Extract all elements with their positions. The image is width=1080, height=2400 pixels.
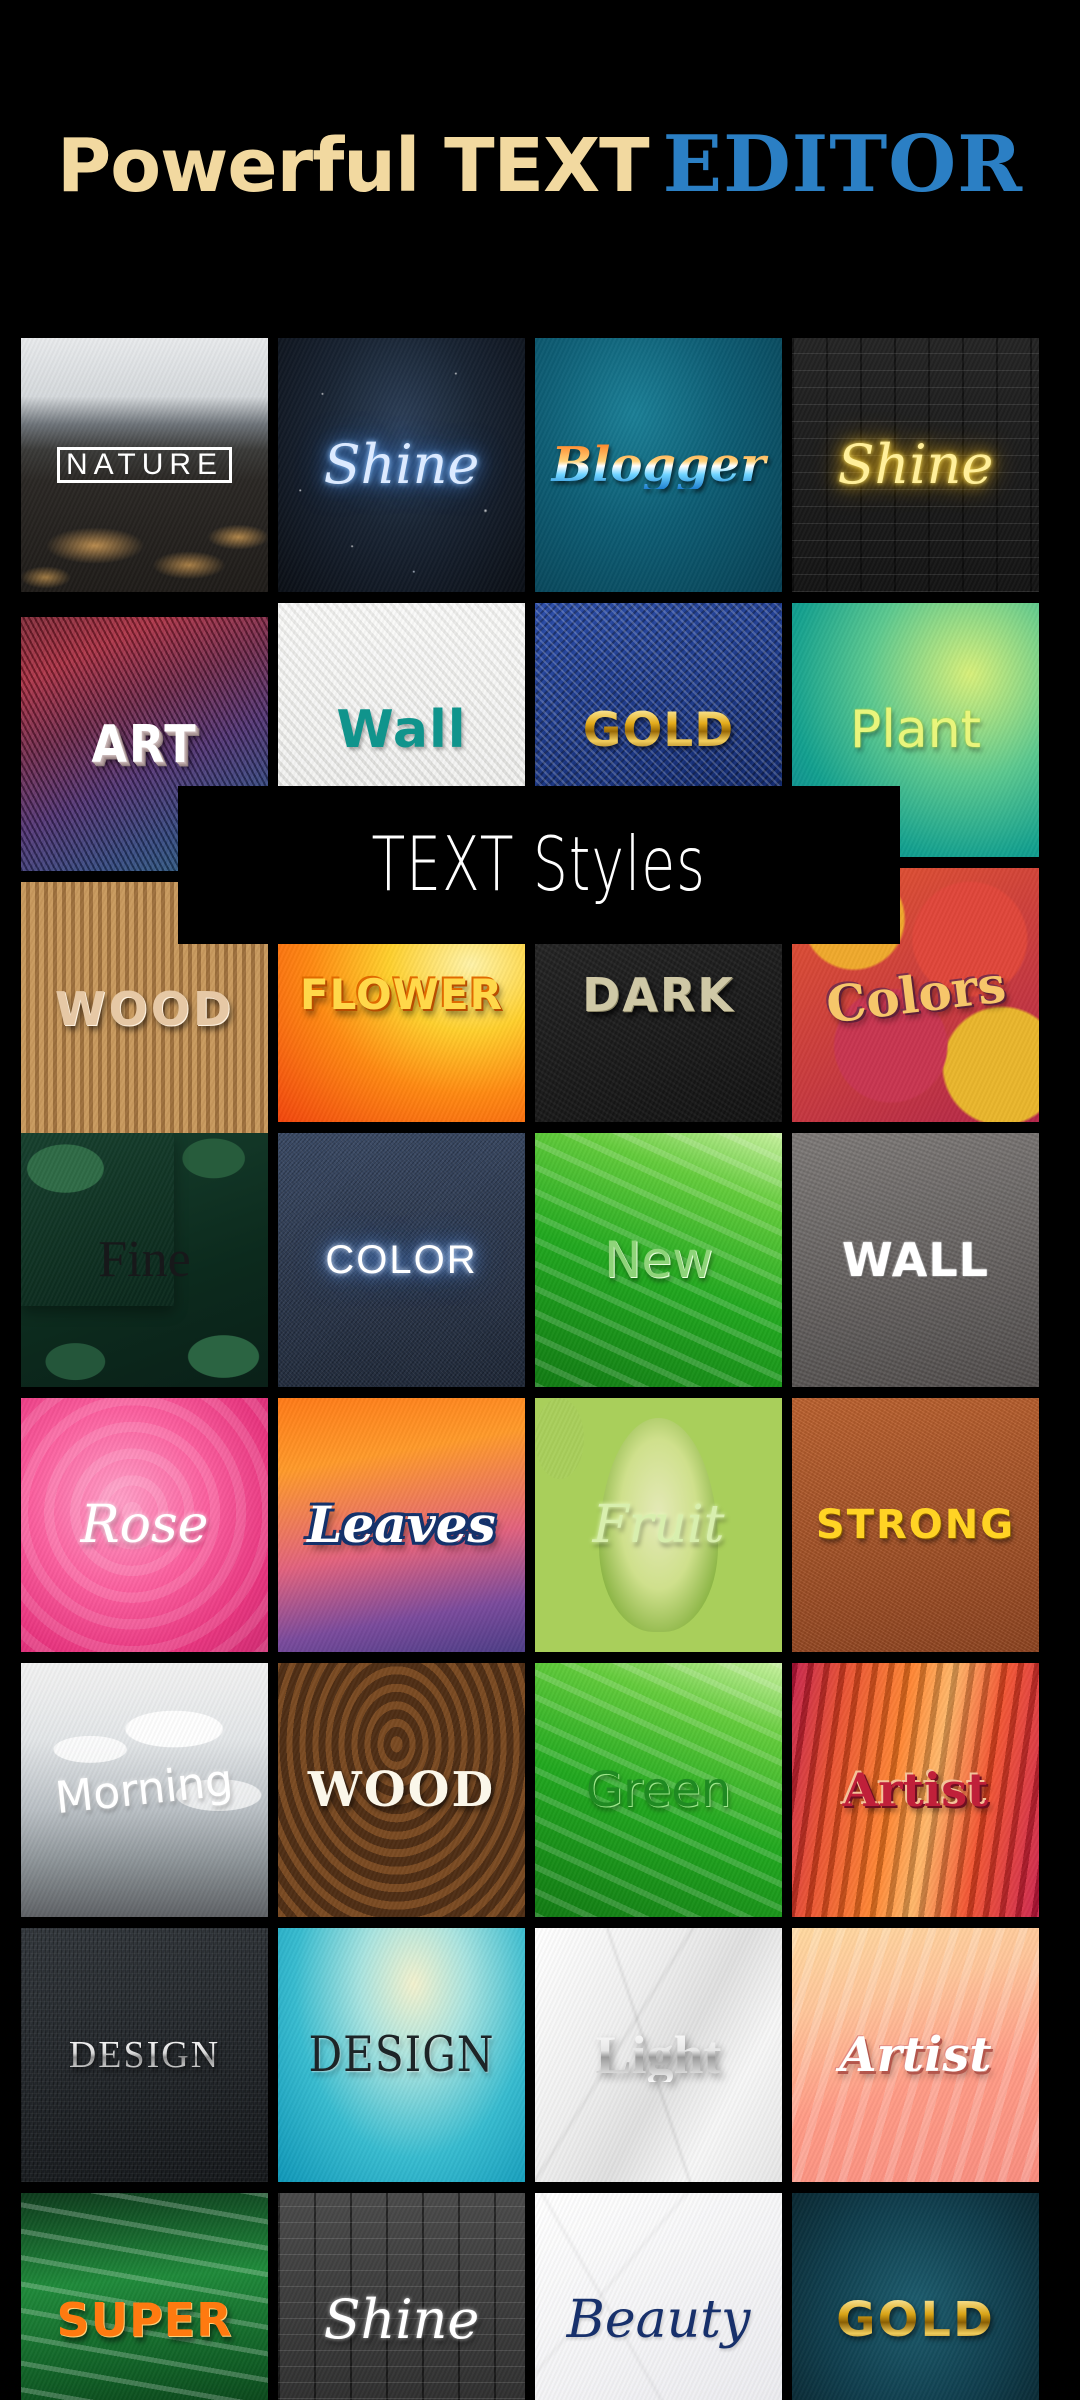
style-tile-morning[interactable]: Morning [21, 1663, 268, 1917]
text-style-grid: NATURE Shine Blogger Shine ART Wall GOLD [21, 338, 1059, 2400]
style-tile-label: Beauty [566, 2290, 751, 2350]
style-tile-label: WALL [842, 1233, 989, 1287]
style-tile-label: New [603, 1231, 714, 1289]
style-tile-leaves[interactable]: Leaves [278, 1398, 525, 1652]
style-tile-label: DARK [582, 968, 735, 1022]
style-tile-label: SUPER [56, 2293, 233, 2347]
style-tile-light[interactable]: Light [535, 1928, 782, 2182]
style-tile-nature[interactable]: NATURE [21, 338, 268, 592]
style-tile-shine-script[interactable]: Shine [278, 2193, 525, 2400]
header: Powerful TEXT EDITOR [0, 0, 1080, 330]
style-tile-label: Fruit [592, 1495, 725, 1555]
style-tile-wall-chalk[interactable]: WALL [792, 1133, 1039, 1387]
style-tile-wood-white[interactable]: WOOD [278, 1663, 525, 1917]
style-tile-rose[interactable]: Rose [21, 1398, 268, 1652]
page-title-accent: EDITOR [662, 119, 1024, 210]
style-tile-color-neon[interactable]: COLOR [278, 1133, 525, 1387]
style-tile-fine[interactable]: Fine [21, 1133, 268, 1387]
style-tile-label: Rose [80, 1495, 209, 1555]
style-tile-label: NATURE [56, 447, 233, 483]
style-tile-label: Plant [849, 700, 981, 760]
style-tile-green[interactable]: Green [535, 1663, 782, 1917]
style-tile-label: Artist [839, 2027, 992, 2083]
style-tile-label: WOOD [54, 982, 235, 1036]
style-tile-design-silver[interactable]: DESIGN [21, 1928, 268, 2182]
style-tile-label: Artist [842, 1763, 989, 1817]
style-tile-label: Shine [323, 433, 480, 496]
style-tile-artist-red[interactable]: Artist [792, 1663, 1039, 1917]
style-tile-label: DESIGN [63, 2036, 226, 2074]
style-tile-artist-white[interactable]: Artist [792, 1928, 1039, 2182]
style-tile-label: Blogger [546, 441, 772, 489]
page-title: Powerful TEXT EDITOR [57, 126, 1023, 204]
page-title-primary: Powerful TEXT [56, 123, 650, 209]
style-tile-label: GOLD [577, 707, 741, 754]
style-tile-strong[interactable]: STRONG [792, 1398, 1039, 1652]
style-tile-shine-neon[interactable]: Shine [278, 338, 525, 592]
style-tile-label: Leaves [307, 1495, 496, 1554]
style-tile-beauty[interactable]: Beauty [535, 2193, 782, 2400]
style-tile-label: Green [585, 1762, 732, 1818]
app-root: Powerful TEXT EDITOR NATURE Shine Blogger… [0, 0, 1080, 2400]
style-tile-label: Fine [98, 1231, 191, 1288]
style-tile-new[interactable]: New [535, 1133, 782, 1387]
text-styles-banner: TEXT Styles [178, 786, 900, 944]
style-tile-super[interactable]: SUPER [21, 2193, 268, 2400]
style-tile-design-dark[interactable]: DESIGN [278, 1928, 525, 2182]
style-tile-label: ART [91, 713, 198, 775]
style-tile-label: DESIGN [308, 2026, 495, 2083]
style-tile-label: Light [589, 2028, 727, 2082]
style-tile-label: GOLD [830, 2296, 1001, 2344]
text-styles-banner-label: TEXT Styles [371, 821, 707, 909]
style-tile-label: WOOD [307, 1762, 496, 1818]
style-tile-label: FLOWER [299, 970, 504, 1019]
style-tile-label: Shine [837, 433, 994, 496]
style-tile-label: COLOR [325, 1238, 478, 1282]
style-tile-label: STRONG [815, 1502, 1016, 1548]
style-tile-gold-teal[interactable]: GOLD [792, 2193, 1039, 2400]
style-tile-blogger[interactable]: Blogger [535, 338, 782, 592]
style-tile-label: Shine [323, 2288, 480, 2351]
style-tile-fruit[interactable]: Fruit [535, 1398, 782, 1652]
style-tile-label: Wall [336, 700, 467, 760]
style-tile-shine-yellow[interactable]: Shine [792, 338, 1039, 592]
